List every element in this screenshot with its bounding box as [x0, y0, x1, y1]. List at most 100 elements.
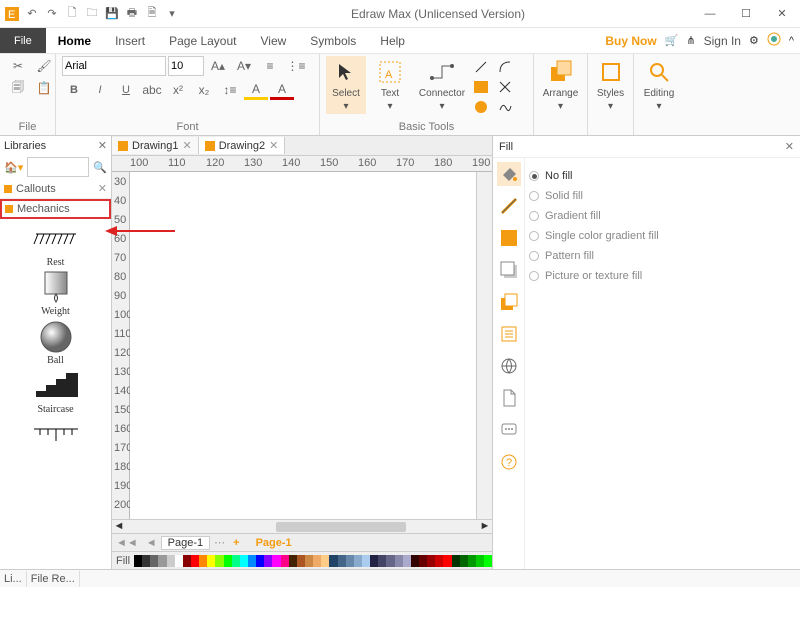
line-shape-icon[interactable]	[474, 60, 488, 74]
color-bar[interactable]	[134, 555, 492, 567]
save-icon[interactable]: 💾	[104, 6, 120, 22]
cart-icon[interactable]: 🛒	[665, 34, 679, 47]
scroll-thumb[interactable]	[276, 522, 406, 532]
shape-ball[interactable]: Ball	[26, 321, 86, 366]
cut-icon[interactable]: ✂	[6, 56, 30, 76]
shape-weight[interactable]: Weight	[26, 272, 86, 317]
subscript-icon[interactable]: x²	[166, 80, 190, 100]
fill-option[interactable]: Single color gradient fill	[529, 226, 796, 246]
page-tab[interactable]: Page-1	[161, 536, 210, 550]
maximize-button[interactable]: ☐	[732, 4, 760, 24]
fill-bucket-icon[interactable]	[497, 162, 521, 186]
print-icon[interactable]: 🖶	[124, 6, 140, 22]
shape-rest[interactable]: Rest	[26, 223, 86, 268]
font-color-icon[interactable]: A	[270, 80, 294, 100]
undo-icon[interactable]: ↶	[24, 6, 40, 22]
signin-link[interactable]: Sign In	[704, 34, 741, 48]
close-shape-icon[interactable]	[498, 80, 512, 94]
list-icon[interactable]	[497, 322, 521, 346]
align-left-icon[interactable]: ≡	[258, 56, 282, 76]
help-icon[interactable]: ?	[497, 450, 521, 474]
collapse-ribbon-icon[interactable]: ^	[789, 35, 794, 47]
arrange-button[interactable]: Arrange▾	[540, 56, 581, 114]
shape-partial[interactable]	[26, 419, 86, 451]
shadow-icon[interactable]	[497, 258, 521, 282]
menu-insert[interactable]: Insert	[103, 34, 157, 48]
select-tool[interactable]: Select▾	[326, 56, 366, 114]
page-prev-icon[interactable]: ◄	[142, 537, 161, 549]
close-tab-icon[interactable]: ✕	[182, 139, 191, 152]
lib-cat-mechanics[interactable]: Mechanics	[0, 199, 111, 219]
scroll-left-icon[interactable]: ◄	[112, 520, 126, 533]
scrollbar-vertical[interactable]	[476, 172, 492, 519]
solid-fill-icon[interactable]	[497, 226, 521, 250]
canvas[interactable]	[130, 172, 476, 519]
redo-icon[interactable]: ↷	[44, 6, 60, 22]
file-menu[interactable]: File	[0, 28, 46, 53]
italic-icon[interactable]: I	[88, 80, 112, 100]
menu-home[interactable]: Home	[46, 34, 103, 48]
fill-option[interactable]: No fill	[529, 166, 796, 186]
menu-help[interactable]: Help	[368, 34, 417, 48]
comment-icon[interactable]	[497, 418, 521, 442]
paste-icon[interactable]: 📋	[32, 78, 56, 98]
rect-shape-icon[interactable]	[474, 81, 488, 93]
styles-button[interactable]: Styles▾	[594, 56, 627, 114]
bold-icon[interactable]: B	[62, 80, 86, 100]
doc-tab-drawing1[interactable]: Drawing1✕	[112, 137, 199, 154]
fill-option[interactable]: Solid fill	[529, 186, 796, 206]
open-icon[interactable]: 🗀	[84, 6, 100, 22]
share-icon[interactable]: ⋔	[686, 34, 695, 47]
bottom-tab-file-recovery[interactable]: File Re...	[27, 571, 80, 587]
menu-page-layout[interactable]: Page Layout	[157, 34, 248, 48]
qat-more-icon[interactable]: ▾	[164, 6, 180, 22]
decrease-font-icon[interactable]: A▾	[232, 56, 256, 76]
font-name-combo[interactable]	[62, 56, 166, 76]
page-more-icon[interactable]: ⋯	[210, 536, 229, 549]
superscript-icon[interactable]: x₂	[192, 80, 216, 100]
layer-icon[interactable]	[497, 290, 521, 314]
increase-font-icon[interactable]: A▴	[206, 56, 230, 76]
copy-icon[interactable]: 🗐	[6, 78, 30, 98]
close-button[interactable]: ✕	[768, 4, 796, 24]
line-spacing-icon[interactable]: ↕≡	[218, 80, 242, 100]
editing-button[interactable]: Editing▾	[640, 56, 678, 114]
format-painter-icon[interactable]: 🖌	[32, 56, 56, 76]
new-icon[interactable]: 🗋	[64, 6, 80, 22]
menu-view[interactable]: View	[248, 34, 298, 48]
text-tool[interactable]: A Text▾	[370, 56, 410, 114]
buy-now-link[interactable]: Buy Now	[605, 34, 656, 48]
shape-staircase[interactable]: Staircase	[26, 370, 86, 415]
scrollbar-horizontal[interactable]: ◄ ►	[112, 519, 492, 533]
circle-shape-icon[interactable]	[474, 100, 488, 114]
home-lib-icon[interactable]: 🏠▾	[4, 161, 23, 174]
doc-tab-drawing2[interactable]: Drawing2✕	[199, 137, 286, 154]
page-first-icon[interactable]: ◄◄	[112, 537, 142, 549]
add-page-icon[interactable]: +	[229, 537, 243, 549]
freeform-shape-icon[interactable]	[498, 100, 512, 114]
lib-combo[interactable]	[27, 157, 89, 177]
preview-icon[interactable]: 🗎	[144, 6, 160, 22]
underline-icon[interactable]: U	[114, 80, 138, 100]
bottom-tab-libraries[interactable]: Li...	[0, 571, 27, 587]
font-size-combo[interactable]	[168, 56, 204, 76]
highlight-icon[interactable]: A	[244, 80, 268, 100]
gear-icon[interactable]: ⚙	[749, 34, 759, 47]
scroll-right-icon[interactable]: ►	[478, 520, 492, 533]
line-style-icon[interactable]	[497, 194, 521, 218]
arc-shape-icon[interactable]	[498, 60, 512, 74]
page-icon[interactable]	[497, 386, 521, 410]
bullets-icon[interactable]: ⋮≡	[284, 56, 308, 76]
close-tab-icon[interactable]: ✕	[269, 139, 278, 152]
fill-option[interactable]: Pattern fill	[529, 246, 796, 266]
close-libraries-icon[interactable]: ✕	[98, 139, 107, 152]
connector-tool[interactable]: Connector▾	[414, 56, 470, 114]
minimize-button[interactable]: —	[696, 4, 724, 24]
strike-icon[interactable]: abc	[140, 80, 164, 100]
fill-option[interactable]: Picture or texture fill	[529, 266, 796, 286]
fill-option[interactable]: Gradient fill	[529, 206, 796, 226]
search-lib-icon[interactable]: 🔍	[93, 161, 107, 174]
menu-symbols[interactable]: Symbols	[298, 34, 368, 48]
lib-cat-callouts[interactable]: Callouts ✕	[0, 179, 111, 199]
close-cat-icon[interactable]: ✕	[98, 182, 107, 195]
